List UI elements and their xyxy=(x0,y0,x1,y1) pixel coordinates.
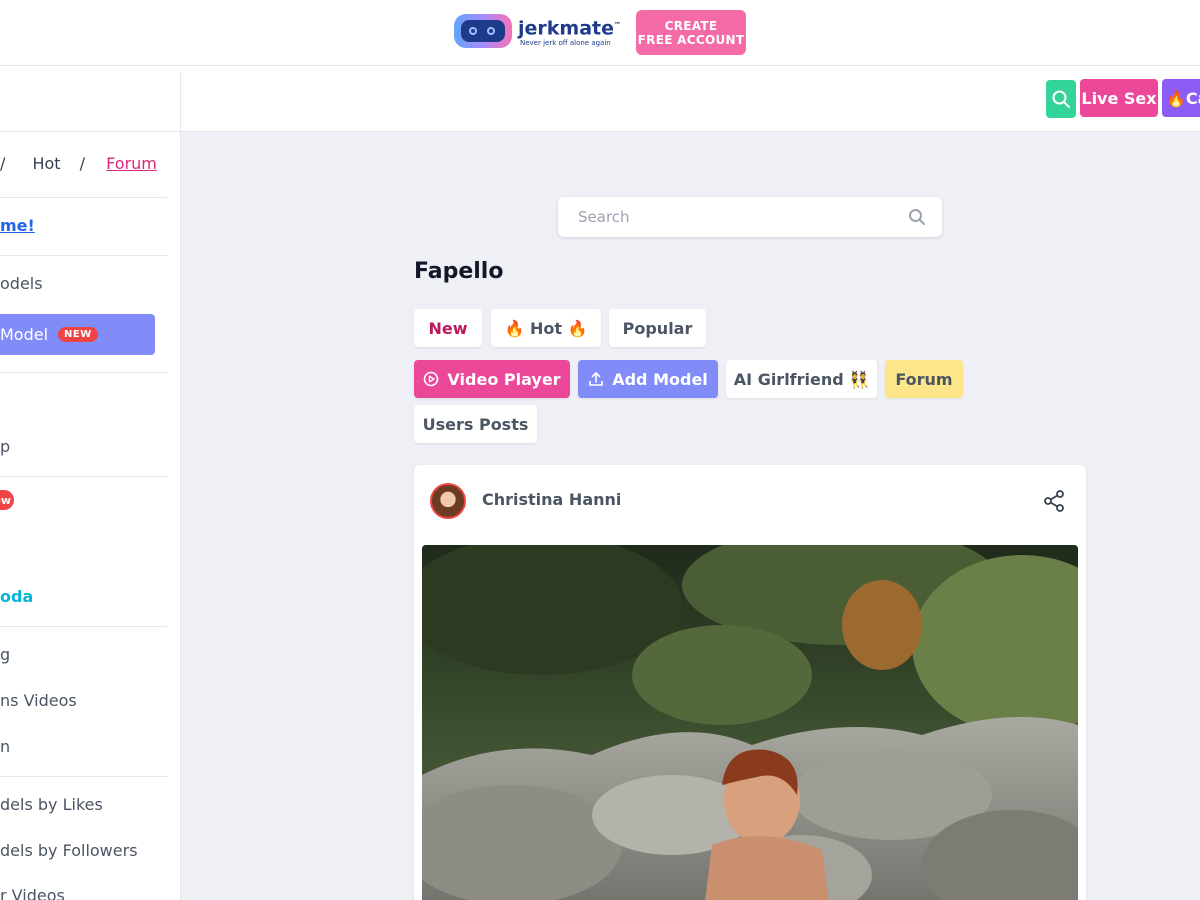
cta-line-1: CREATE xyxy=(664,18,718,33)
ai-girlfriend-button[interactable]: AI Girlfriend 👯 xyxy=(726,360,877,398)
page-title: Fapello xyxy=(414,259,504,284)
users-posts-button[interactable]: Users Posts xyxy=(414,405,537,443)
new-badge: NEW xyxy=(58,327,98,342)
post-photo[interactable] xyxy=(422,545,1078,900)
robot-eye-right xyxy=(487,27,495,35)
sidebar-add-model-label: Model xyxy=(0,325,49,344)
sidebar-divider xyxy=(0,476,167,477)
create-free-account-button[interactable]: CREATE FREE ACCOUNT xyxy=(636,10,746,55)
sidebar-welcome-link[interactable]: me! xyxy=(0,216,35,235)
sidebar-item-models-by-likes[interactable]: dels by Likes xyxy=(0,795,103,814)
post-card: Christina Hanni xyxy=(414,465,1086,900)
sidebar-item-p[interactable]: p xyxy=(0,437,10,456)
cam-button[interactable]: 🔥Ca xyxy=(1162,79,1200,117)
breadcrumb-forum[interactable]: Forum xyxy=(106,154,157,173)
top-ad-banner: jerkmate™ Never jerk off alone again CRE… xyxy=(0,0,1200,66)
sidebar-divider xyxy=(0,255,167,256)
header-divider xyxy=(180,72,181,132)
breadcrumb-separator: / xyxy=(0,154,6,173)
post-photo-image xyxy=(422,545,1078,900)
sidebar-item-n[interactable]: n xyxy=(0,737,10,756)
avatar[interactable] xyxy=(430,483,466,519)
post-author[interactable]: Christina Hanni xyxy=(482,490,621,509)
sidebar-item-g[interactable]: g xyxy=(0,645,10,664)
sidebar-item-models-by-followers[interactable]: dels by Followers xyxy=(0,841,138,860)
search-icon[interactable] xyxy=(908,208,926,226)
video-player-label: Video Player xyxy=(447,369,561,389)
robot-logo-icon xyxy=(454,14,512,48)
ad-brand-text: jerkmate™ Never jerk off alone again xyxy=(518,15,621,47)
play-circle-icon xyxy=(424,371,439,387)
live-sex-button[interactable]: Live Sex xyxy=(1080,79,1158,117)
sidebar-add-model-button[interactable]: Model NEW xyxy=(0,314,155,355)
breadcrumb-separator: / xyxy=(79,154,86,173)
sidebar-item-oda[interactable]: oda xyxy=(0,587,33,606)
share-icon[interactable] xyxy=(1042,489,1066,513)
sidebar-divider xyxy=(0,197,167,198)
sidebar: / Hot / Forum me! odels Model NEW p ew o… xyxy=(0,132,181,900)
header-search-button[interactable] xyxy=(1046,80,1076,118)
ad-brand-tagline: Never jerk off alone again xyxy=(520,38,611,47)
add-model-label: Add Model xyxy=(612,369,708,389)
cta-line-2: FREE ACCOUNT xyxy=(637,32,745,47)
tab-hot[interactable]: 🔥 Hot 🔥 xyxy=(491,309,601,347)
tab-popular[interactable]: Popular xyxy=(609,309,706,347)
breadcrumb-hot[interactable]: Hot xyxy=(32,154,60,173)
sidebar-new-badge: ew xyxy=(0,490,14,510)
tab-new[interactable]: New xyxy=(414,309,482,347)
sidebar-item-models[interactable]: odels xyxy=(0,274,43,293)
sidebar-item-r-videos[interactable]: r Videos xyxy=(0,886,65,900)
ad-brand-logo[interactable]: jerkmate™ Never jerk off alone again xyxy=(454,14,621,48)
sidebar-divider xyxy=(0,776,167,777)
breadcrumb: / Hot / Forum xyxy=(0,154,157,173)
ad-brand-name: jerkmate™ xyxy=(518,17,621,40)
sidebar-divider xyxy=(0,626,167,627)
upload-icon xyxy=(589,372,604,386)
add-model-button[interactable]: Add Model xyxy=(578,360,718,398)
search-input[interactable] xyxy=(558,197,898,237)
forum-button[interactable]: Forum xyxy=(885,360,963,398)
search-box xyxy=(558,197,942,237)
sidebar-item-ns-videos[interactable]: ns Videos xyxy=(0,691,77,710)
sidebar-divider xyxy=(0,372,167,373)
robot-eye-left xyxy=(469,27,477,35)
site-header: Live Sex 🔥Ca xyxy=(0,66,1200,132)
video-player-button[interactable]: Video Player xyxy=(414,360,570,398)
search-icon xyxy=(1052,90,1070,108)
